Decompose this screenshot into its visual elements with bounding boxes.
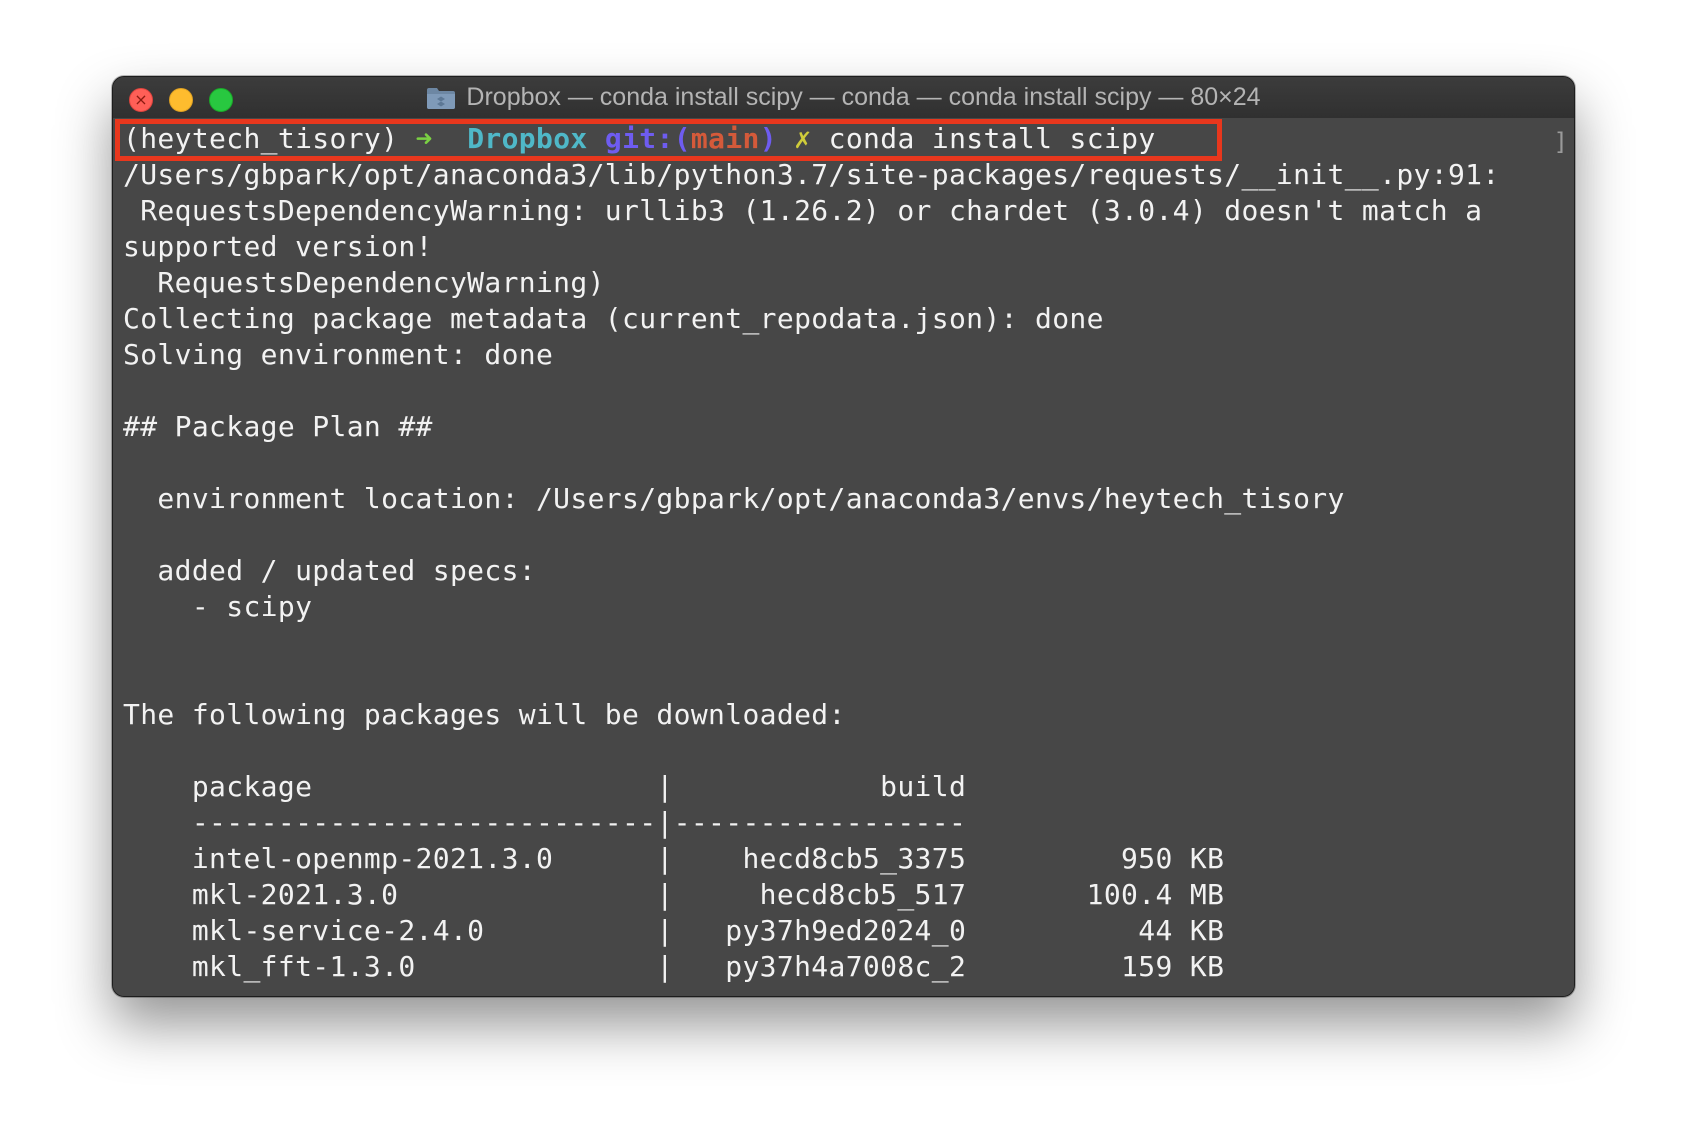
window-title: Dropbox — conda install scipy — conda — … [466, 83, 1261, 111]
scroll-marker: ] [1553, 128, 1568, 156]
table-row: mkl_fft-1.3.0 | py37h4a7008c_2 159 KB [123, 950, 1225, 983]
output-line: supported version! [123, 230, 433, 263]
output-line: /Users/gbpark/opt/anaconda3/lib/python3.… [123, 158, 1500, 191]
output-line: Collecting package metadata (current_rep… [123, 302, 1104, 335]
table-row: intel-openmp-2021.3.0 | hecd8cb5_3375 95… [123, 842, 1225, 875]
output-line: - scipy [123, 590, 313, 623]
output-line: RequestsDependencyWarning: urllib3 (1.26… [123, 194, 1483, 227]
prompt-highlight-box [115, 119, 1222, 161]
table-row: mkl-2021.3.0 | hecd8cb5_517 100.4 MB [123, 878, 1225, 911]
folder-icon [427, 87, 456, 109]
output-line: Solving environment: done [123, 338, 554, 371]
table-row: mkl-service-2.4.0 | py37h9ed2024_0 44 KB [123, 914, 1225, 947]
output-line: ## Package Plan ## [123, 410, 433, 443]
terminal-content[interactable]: (heytech_tisory) ➜ Dropbox git:(main) ✗ … [113, 118, 1574, 996]
table-divider: ---------------------------|------------… [123, 806, 967, 839]
window-title-container: Dropbox — conda install scipy — conda — … [113, 77, 1574, 118]
table-header: package | build [123, 770, 967, 803]
output-line: environment location: /Users/gbpark/opt/… [123, 482, 1345, 515]
output-line: The following packages will be downloade… [123, 698, 846, 731]
output-line: added / updated specs: [123, 554, 536, 587]
output-line: RequestsDependencyWarning) [123, 266, 605, 299]
title-bar[interactable]: × Dropbox — conda install scipy — conda … [113, 77, 1574, 119]
terminal-window: × Dropbox — conda install scipy — conda … [112, 76, 1575, 997]
